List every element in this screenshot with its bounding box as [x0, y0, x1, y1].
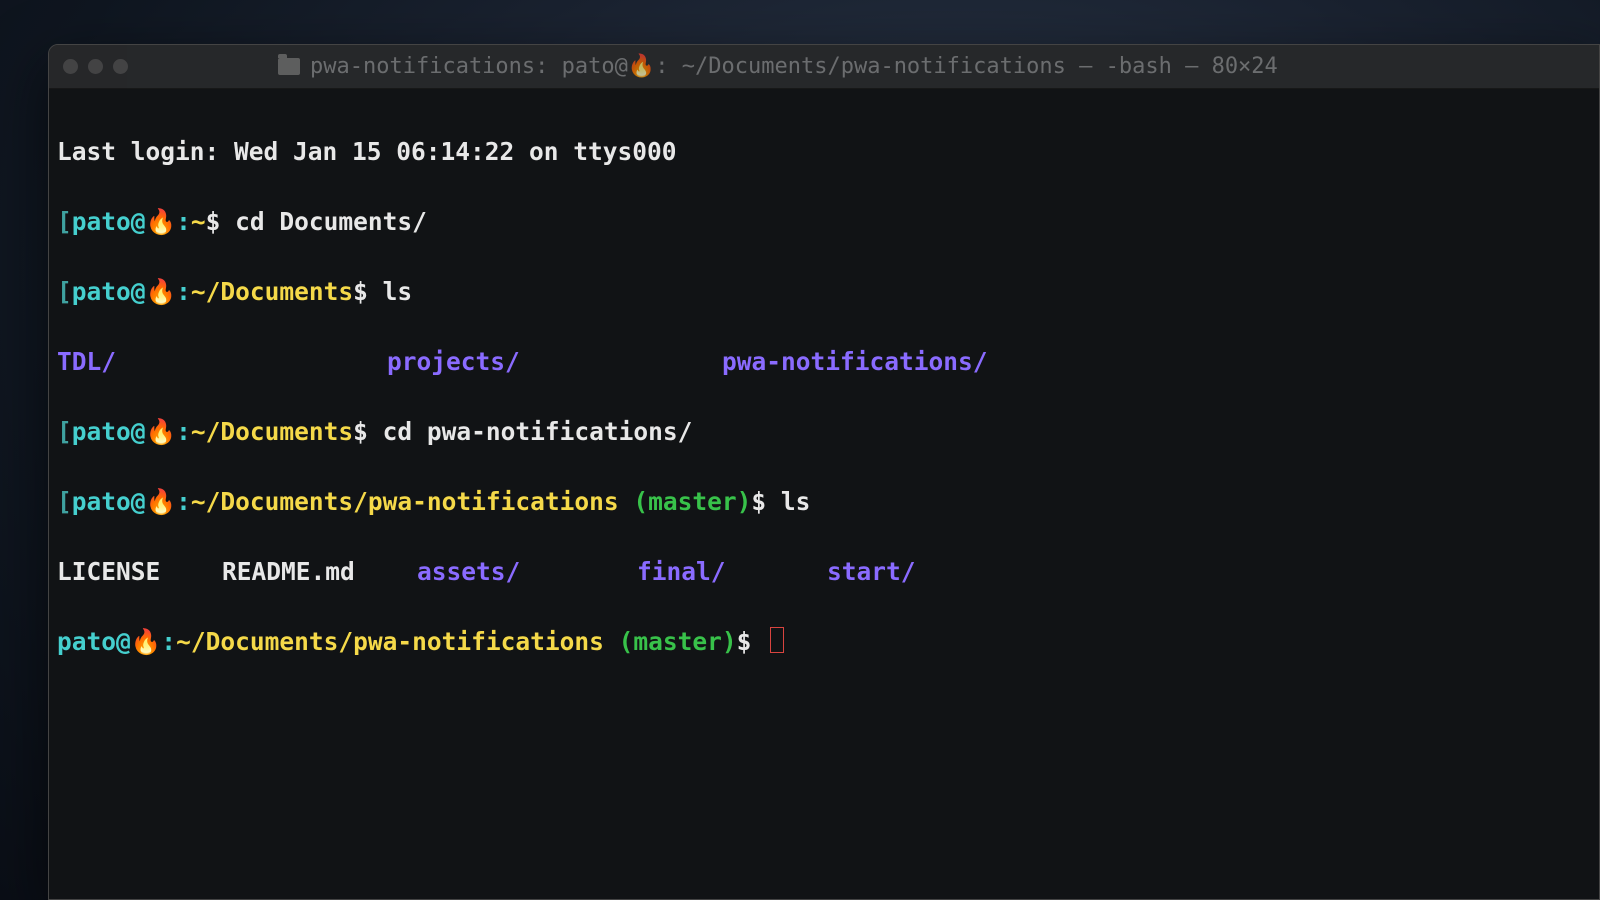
ls-item: assets/ — [417, 554, 637, 589]
prompt-bracket: [ — [57, 277, 72, 306]
prompt-line-4: [pato@🔥:~/Documents/pwa-notifications (m… — [57, 484, 1591, 519]
ls-item: pwa-notifications/ — [722, 344, 988, 379]
prompt-dollar: $ — [353, 417, 383, 446]
prompt-colon: : — [176, 207, 191, 236]
prompt-user: pato — [72, 487, 131, 516]
prompt-space — [619, 487, 634, 516]
last-login-line: Last login: Wed Jan 15 06:14:22 on ttys0… — [57, 134, 1591, 169]
ls-item: projects/ — [387, 344, 722, 379]
prompt-colon: : — [161, 627, 176, 656]
prompt-path: ~/Documents/pwa-notifications — [176, 627, 604, 656]
prompt-host-fire-icon: 🔥 — [146, 487, 177, 516]
prompt-line-1: [pato@🔥:~$ cd Documents/ — [57, 204, 1591, 239]
prompt-host-fire-icon: 🔥 — [146, 417, 177, 446]
zoom-button[interactable] — [113, 59, 128, 74]
prompt-branch: (master) — [619, 627, 737, 656]
prompt-host-fire-icon: 🔥 — [146, 207, 177, 236]
ls-item: LICENSE — [57, 554, 222, 589]
prompt-branch: (master) — [633, 487, 751, 516]
traffic-lights — [63, 59, 128, 74]
prompt-space — [604, 627, 619, 656]
prompt-colon: : — [176, 487, 191, 516]
titlebar[interactable]: pwa-notifications: pato@🔥: ~/Documents/p… — [49, 45, 1599, 89]
prompt-path: ~/Documents/pwa-notifications — [191, 487, 619, 516]
prompt-line-2: [pato@🔥:~/Documents$ ls — [57, 274, 1591, 309]
prompt-dollar: $ — [751, 487, 781, 516]
prompt-bracket: [ — [57, 207, 72, 236]
command-text: ls — [781, 487, 811, 516]
folder-icon — [278, 58, 300, 75]
ls-item: final/ — [637, 554, 827, 589]
ls-item: start/ — [827, 554, 916, 589]
prompt-at: @ — [131, 277, 146, 306]
prompt-user: pato — [72, 277, 131, 306]
ls-output-1: TDL/projects/pwa-notifications/ — [57, 344, 1591, 379]
prompt-line-3: [pato@🔥:~/Documents$ cd pwa-notification… — [57, 414, 1591, 449]
prompt-at: @ — [116, 627, 131, 656]
prompt-dollar: $ — [353, 277, 383, 306]
prompt-line-current: pato@🔥:~/Documents/pwa-notifications (ma… — [57, 624, 1591, 659]
prompt-path: ~ — [191, 207, 206, 236]
ls-item: README.md — [222, 554, 417, 589]
prompt-path: ~/Documents — [191, 277, 353, 306]
close-button[interactable] — [63, 59, 78, 74]
prompt-colon: : — [176, 277, 191, 306]
prompt-host-fire-icon: 🔥 — [131, 627, 162, 656]
window-title-text: pwa-notifications: pato@🔥: ~/Documents/p… — [310, 54, 1278, 79]
prompt-bracket: [ — [57, 487, 72, 516]
ls-item: TDL/ — [57, 344, 387, 379]
terminal-content[interactable]: Last login: Wed Jan 15 06:14:22 on ttys0… — [49, 89, 1599, 739]
prompt-at: @ — [131, 487, 146, 516]
command-text: cd Documents/ — [235, 207, 427, 236]
prompt-colon: : — [176, 417, 191, 446]
command-text: ls — [383, 277, 413, 306]
prompt-user: pato — [57, 627, 116, 656]
prompt-dollar: $ — [206, 207, 236, 236]
prompt-user: pato — [72, 207, 131, 236]
prompt-host-fire-icon: 🔥 — [146, 277, 177, 306]
minimize-button[interactable] — [88, 59, 103, 74]
prompt-bracket: [ — [57, 417, 72, 446]
cursor[interactable] — [770, 627, 784, 653]
prompt-at: @ — [131, 207, 146, 236]
ls-output-2: LICENSEREADME.mdassets/final/start/ — [57, 554, 1591, 589]
terminal-window: pwa-notifications: pato@🔥: ~/Documents/p… — [48, 44, 1600, 900]
prompt-path: ~/Documents — [191, 417, 353, 446]
command-text: cd pwa-notifications/ — [383, 417, 693, 446]
window-title: pwa-notifications: pato@🔥: ~/Documents/p… — [278, 54, 1278, 79]
prompt-user: pato — [72, 417, 131, 446]
prompt-dollar: $ — [737, 627, 767, 656]
prompt-at: @ — [131, 417, 146, 446]
